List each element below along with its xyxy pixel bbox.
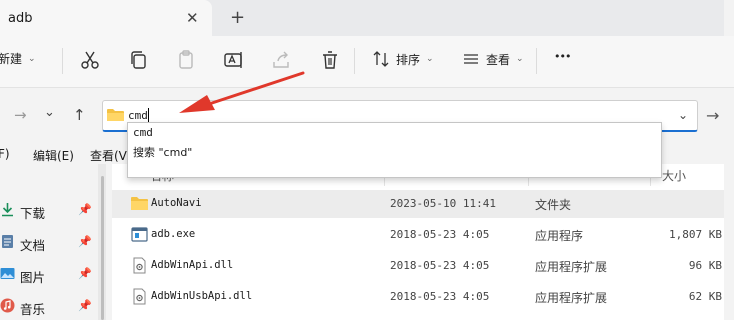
chevron-down-icon[interactable]: ⌄ (678, 108, 688, 122)
chevron-down-icon: ⌄ (28, 53, 36, 64)
exe-icon (131, 227, 148, 242)
file-size: 62 KB (688, 290, 722, 303)
pin-icon[interactable]: 📌 (78, 235, 92, 248)
address-autocomplete: cmd 搜索 "cmd" (127, 122, 662, 178)
file-name: AutoNavi (151, 197, 202, 209)
table-row[interactable]: AdbWinUsbApi.dll 2018-05-23 4:05 应用程序扩展 … (112, 283, 724, 311)
forward-icon[interactable]: → (14, 106, 27, 124)
view-icon (464, 54, 478, 64)
folder-icon (107, 109, 124, 121)
file-type: 应用程序 (535, 229, 584, 243)
command-bar: 新建 ⌄ 排序 ⌄ 查看 ⌄ ••• (0, 36, 734, 88)
sidebar-item-label: 文档 (20, 238, 46, 253)
file-type: 应用程序扩展 (535, 260, 608, 274)
file-type: 应用程序扩展 (535, 291, 608, 305)
picture-icon (0, 268, 15, 279)
view-label: 查看 (486, 52, 511, 67)
suggestion-item[interactable]: cmd (133, 126, 153, 139)
chevron-down-icon: ⌄ (516, 54, 524, 64)
sidebar-item-label: 图片 (20, 270, 46, 285)
chevron-down-icon: ⌄ (426, 54, 434, 64)
sidebar-item-documents[interactable]: 文档 📌 (0, 228, 98, 258)
tab-adb[interactable]: adb ✕ (0, 0, 212, 36)
new-tab-icon[interactable]: + (230, 7, 245, 28)
table-row[interactable]: AutoNavi 2023-05-10 11:41 文件夹 (112, 190, 724, 218)
up-icon[interactable]: ↑ (73, 106, 86, 124)
address-input[interactable]: cmd (128, 109, 148, 122)
go-icon[interactable]: → (706, 106, 719, 125)
file-date: 2018-05-23 4:05 (390, 259, 490, 272)
sidebar-item-pictures[interactable]: 图片 📌 (0, 260, 98, 290)
toolbar-divider (354, 48, 355, 74)
menu-file[interactable]: F) (0, 147, 10, 161)
pin-icon[interactable]: 📌 (78, 299, 92, 312)
recent-locations-icon[interactable]: ⌄ (44, 105, 55, 120)
file-date: 2023-05-10 11:41 (390, 197, 496, 210)
sidebar-scrollbar-thumb[interactable] (101, 176, 104, 320)
paste-icon (179, 50, 193, 69)
sort-label: 排序 (396, 52, 421, 67)
sidebar-item-downloads[interactable]: 下载 📌 (0, 196, 98, 226)
file-size: 96 KB (688, 259, 722, 272)
view-button[interactable]: 查看 ⌄ (462, 50, 524, 68)
file-name: AdbWinApi.dll (151, 259, 234, 271)
file-type: 文件夹 (535, 198, 572, 212)
close-icon[interactable]: ✕ (186, 9, 199, 27)
file-name: AdbWinUsbApi.dll (151, 290, 253, 302)
pin-icon[interactable]: 📌 (78, 203, 92, 216)
toolbar-divider (536, 48, 537, 74)
document-icon (2, 235, 13, 248)
window-corner (724, 0, 734, 36)
new-button[interactable]: 新建 ⌄ (0, 50, 36, 67)
new-label: 新建 (0, 52, 23, 66)
menu-view[interactable]: 查看(V (90, 147, 127, 164)
rename-icon[interactable] (222, 48, 246, 72)
copy-icon[interactable] (126, 48, 150, 72)
folder-icon (131, 197, 148, 210)
window-edge (724, 164, 734, 320)
text-caret (148, 108, 149, 123)
menu-edit[interactable]: 编辑(E) (33, 147, 74, 164)
sidebar-item-music[interactable]: 音乐 📌 (0, 292, 98, 320)
file-date: 2018-05-23 4:05 (390, 290, 490, 303)
sort-icon (373, 51, 389, 67)
sidebar-item-label: 下载 (20, 206, 46, 221)
table-row[interactable]: AdbWinApi.dll 2018-05-23 4:05 应用程序扩展 96 … (112, 252, 724, 280)
file-size: 1,807 KB (669, 228, 722, 241)
share-icon (273, 51, 289, 68)
sidebar-item-label: 音乐 (20, 302, 46, 317)
sort-button[interactable]: 排序 ⌄ (372, 50, 434, 68)
file-list: 名称 大小 AutoNavi 2023-05-10 11:41 文件夹 adb.… (112, 164, 724, 320)
toolbar-divider (62, 48, 63, 74)
dll-icon (133, 257, 146, 274)
table-row[interactable]: adb.exe 2018-05-23 4:05 应用程序 1,807 KB (112, 221, 724, 249)
cut-icon[interactable] (78, 48, 102, 72)
music-icon (0, 298, 15, 313)
download-icon (2, 203, 13, 217)
more-icon[interactable]: ••• (554, 50, 571, 63)
dll-icon (133, 288, 146, 305)
file-date: 2018-05-23 4:05 (390, 228, 490, 241)
column-header-size[interactable]: 大小 (662, 167, 686, 189)
delete-icon[interactable] (318, 48, 342, 72)
tab-strip: adb ✕ + (0, 0, 734, 36)
file-name: adb.exe (151, 228, 196, 240)
tab-title: adb (8, 11, 33, 26)
navigation-pane: 下载 📌 文档 📌 图片 📌 音乐 📌 (0, 164, 98, 320)
suggestion-search-item[interactable]: 搜索 "cmd" (133, 144, 192, 160)
pin-icon[interactable]: 📌 (78, 267, 92, 280)
